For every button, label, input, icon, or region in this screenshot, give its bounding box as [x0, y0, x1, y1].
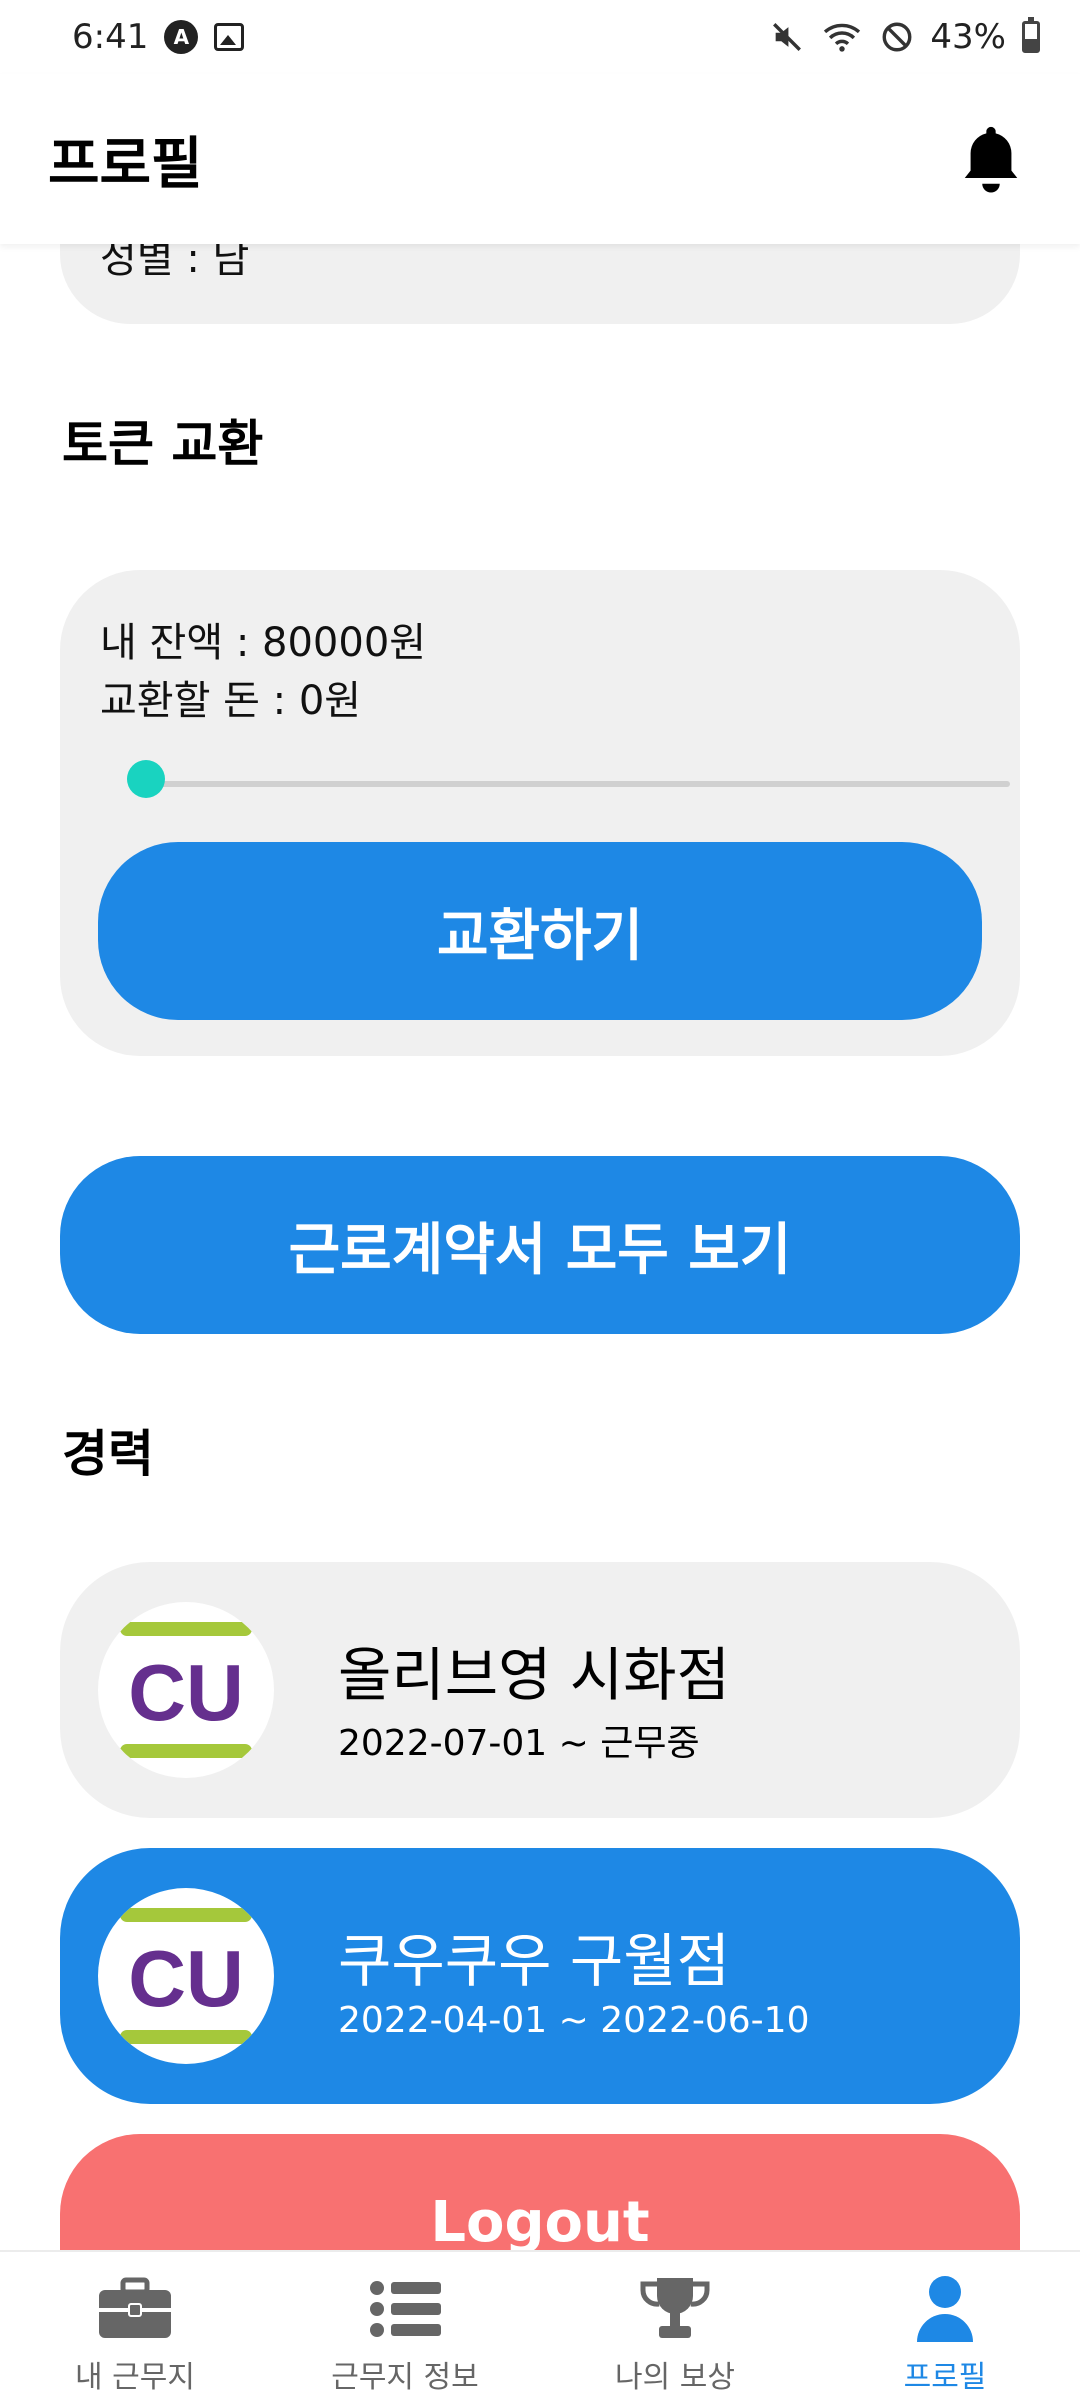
cu-logo: CU	[98, 1888, 274, 2064]
nav-item-my-workplace[interactable]: 내 근무지	[0, 2252, 270, 2400]
career-item[interactable]: CU 쿠우쿠우 구월점 2022-04-01 ~ 2022-06-10	[60, 1848, 1020, 2104]
trophy-icon	[640, 2278, 710, 2338]
exchange-button[interactable]: 교환하기	[98, 842, 982, 1020]
battery-fill	[1025, 38, 1037, 50]
gallery-notification-icon	[214, 23, 245, 51]
user-icon	[917, 2276, 973, 2342]
status-bar: 6:41 A 43%	[0, 0, 1080, 74]
cu-logo-icon: CU	[120, 1908, 252, 2044]
nav-label: 나의 보상	[615, 2360, 735, 2395]
status-left: 6:41 A	[72, 17, 245, 57]
nav-label: 근무지 정보	[331, 2360, 479, 2395]
page-title: 프로필	[48, 131, 203, 197]
briefcase-icon	[99, 2277, 171, 2338]
exchange-amount-text: 교환할 돈 : 0원	[100, 678, 362, 724]
token-exchange-card: 내 잔액 : 80000원 교환할 돈 : 0원 교환하기	[60, 570, 1020, 1056]
career-name: 쿠우쿠우 구월점	[338, 1927, 730, 1995]
svg-text:CU: CU	[128, 1934, 244, 2023]
battery-percent: 43%	[930, 17, 1006, 57]
cu-logo: CU	[98, 1602, 274, 1778]
career-name: 올리브영 시화점	[338, 1641, 730, 1709]
exchange-slider-thumb[interactable]	[127, 760, 165, 798]
token-section-title: 토큰 교환	[62, 415, 264, 473]
status-time: 6:41	[72, 17, 149, 57]
gender-text: 성별 : 남	[100, 244, 250, 282]
view-all-contracts-button[interactable]: 근로계약서 모두 보기	[60, 1156, 1020, 1334]
app-header: 프로필	[0, 74, 1080, 244]
battery-icon	[1022, 17, 1040, 53]
career-item[interactable]: CU 올리브영 시화점 2022-07-01 ~ 근무중	[60, 1562, 1020, 1818]
do-not-disturb-icon	[882, 22, 912, 52]
nav-label: 프로필	[903, 2360, 987, 2395]
wifi-icon	[824, 23, 861, 52]
notification-badge-icon: A	[164, 20, 199, 54]
list-icon	[370, 2281, 441, 2337]
nav-label: 내 근무지	[75, 2360, 195, 2395]
career-period: 2022-07-01 ~ 근무중	[338, 1723, 700, 1764]
nav-item-profile[interactable]: 프로필	[810, 2252, 1080, 2400]
bell-icon[interactable]	[956, 121, 1026, 197]
nav-item-my-rewards[interactable]: 나의 보상	[540, 2252, 810, 2400]
svg-text:CU: CU	[128, 1648, 244, 1737]
career-period: 2022-04-01 ~ 2022-06-10	[338, 2000, 810, 2041]
cu-logo-icon: CU	[120, 1622, 252, 1758]
exchange-slider-track[interactable]	[146, 781, 1010, 787]
logout-button[interactable]: Logout	[60, 2134, 1020, 2250]
nav-item-workplace-info[interactable]: 근무지 정보	[270, 2252, 540, 2400]
profile-info-card: 성별 : 남	[60, 244, 1020, 324]
mute-icon	[773, 23, 802, 51]
balance-text: 내 잔액 : 80000원	[100, 620, 427, 666]
bottom-nav: 내 근무지 근무지 정보 나의 보상 프로필	[0, 2250, 1080, 2400]
status-right: 43%	[770, 17, 1040, 57]
career-section-title: 경력	[62, 1425, 154, 1483]
profile-content[interactable]: 성별 : 남 토큰 교환 내 잔액 : 80000원 교환할 돈 : 0원 교환…	[0, 244, 1080, 2250]
